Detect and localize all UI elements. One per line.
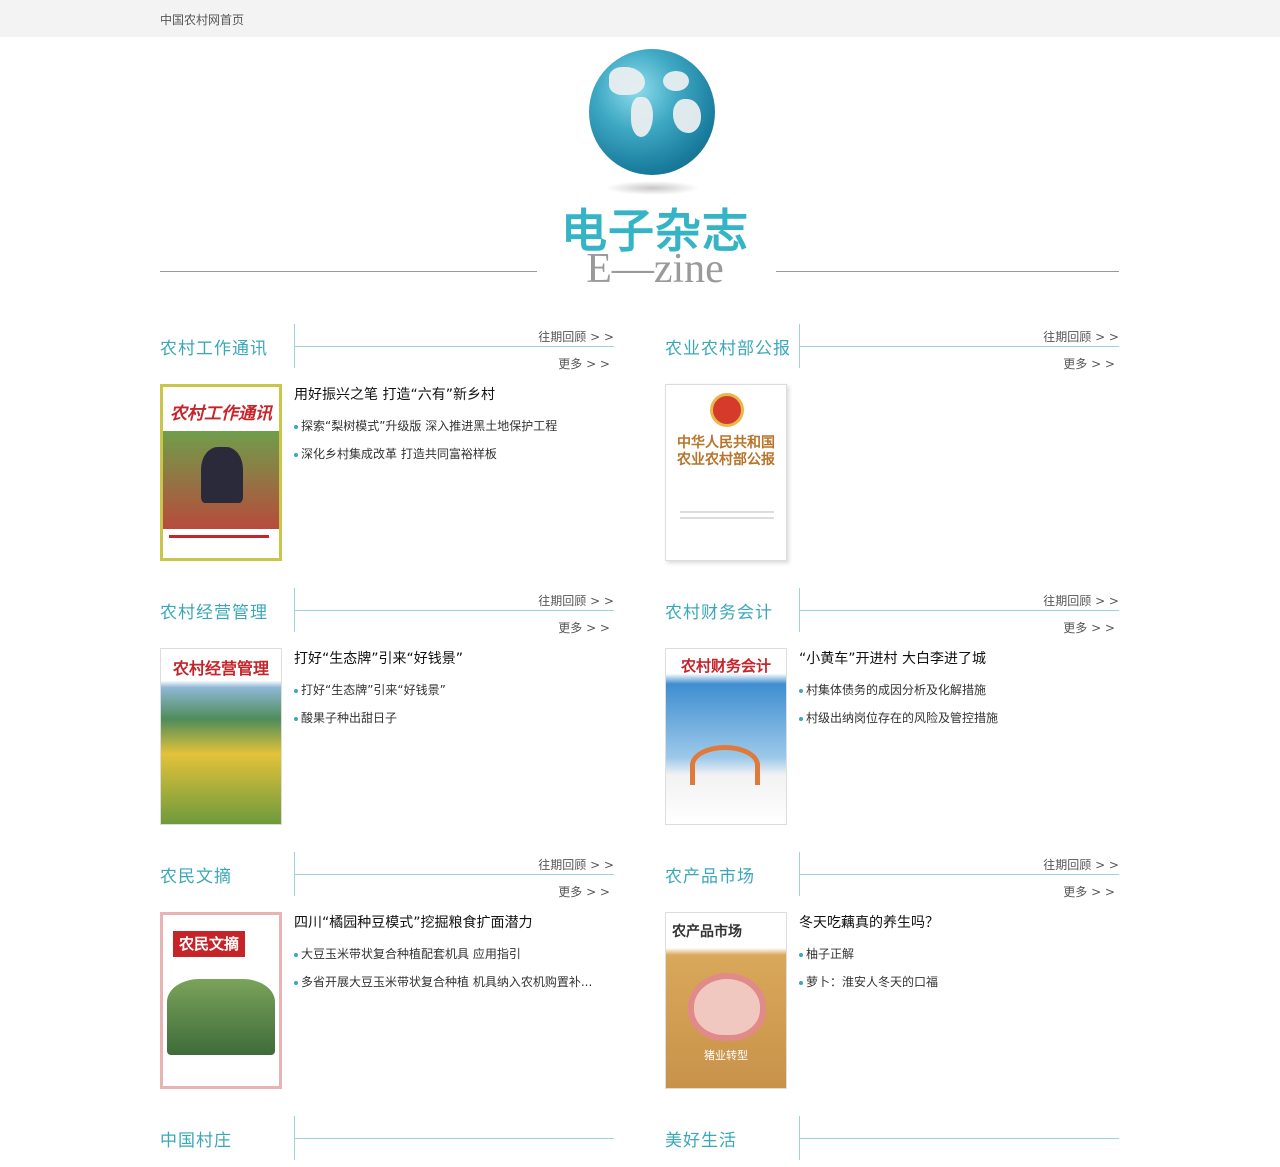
more-link[interactable]: 更多 > > <box>558 619 610 636</box>
article-list: 探索“梨树模式”升级版 深入推进黑土地保护工程 深化乡村集成改革 打造共同富裕样… <box>294 418 557 474</box>
section-meihao-shenghuo: 美好生活 <box>665 1116 1119 1167</box>
more-link[interactable]: 更多 > > <box>1063 619 1115 636</box>
list-item[interactable]: 村集体债务的成因分析及化解措施 <box>799 682 998 710</box>
section-nongchanpin-shichang: 农产品市场 往期回顾 > > 更多 > > 农产品市场 猪业转型 冬天吃藕真的养… <box>665 852 1119 1116</box>
hero-banner: 电子杂志 E—zine <box>0 37 1280 297</box>
section-title[interactable]: 农业农村部公报 <box>665 334 791 359</box>
section-nongye-nongcunbu-gongbao: 农业农村部公报 往期回顾 > > 更多 > > 中华人民共和国农业农村部公报 <box>665 324 1119 588</box>
magazine-cover[interactable]: 中华人民共和国农业农村部公报 <box>665 384 787 561</box>
section-zhongguo-cunzhuang: 中国村庄 <box>160 1116 614 1167</box>
magazine-cover[interactable]: 农民文摘 <box>160 912 282 1089</box>
past-issues-link[interactable]: 往期回顾 > > <box>538 328 614 345</box>
section-nongcun-gongzuo-tongxun: 农村工作通讯 往期回顾 > > 更多 > > 农村工作通讯 用好振兴之笔 打造“… <box>160 324 614 588</box>
headline-link[interactable]: 冬天吃藕真的养生吗？ <box>799 912 939 932</box>
article-list: 大豆玉米带状复合种植配套机具 应用指引 多省开展大豆玉米带状复合种植 机具纳入农… <box>294 946 592 1002</box>
section-title[interactable]: 农村工作通讯 <box>160 334 268 359</box>
list-item[interactable]: 酸果子种出甜日子 <box>294 710 446 738</box>
headline-link[interactable]: 用好振兴之笔 打造“六有”新乡村 <box>294 384 495 404</box>
past-issues-link[interactable]: 往期回顾 > > <box>1043 856 1119 873</box>
list-item[interactable]: 萝卜：淮安人冬天的口福 <box>799 974 938 1002</box>
more-link[interactable]: 更多 > > <box>558 355 610 372</box>
past-issues-link[interactable]: 往期回顾 > > <box>538 856 614 873</box>
hero-divider-right <box>776 271 1119 272</box>
list-item[interactable]: 多省开展大豆玉米带状复合种植 机具纳入农机购置补... <box>294 974 592 1002</box>
emblem-icon <box>710 393 744 427</box>
magazine-cover[interactable]: 农产品市场 猪业转型 <box>665 912 787 1089</box>
top-bar: 中国农村网首页 <box>0 0 1280 37</box>
section-title[interactable]: 中国村庄 <box>160 1126 232 1151</box>
hero-title-en: E—zine <box>586 246 724 292</box>
magazine-cover[interactable]: 农村经营管理 <box>160 648 282 825</box>
past-issues-link[interactable]: 往期回顾 > > <box>1043 592 1119 609</box>
list-item[interactable]: 村级出纳岗位存在的风险及管控措施 <box>799 710 998 738</box>
magazine-cover[interactable]: 农村财务会计 <box>665 648 787 825</box>
list-item[interactable]: 大豆玉米带状复合种植配套机具 应用指引 <box>294 946 592 974</box>
list-item[interactable]: 打好“生态牌”引来“好钱景” <box>294 682 446 710</box>
headline-link[interactable]: “小黄车”开进村 大白李进了城 <box>799 648 986 668</box>
section-nongmin-wenzhai: 农民文摘 往期回顾 > > 更多 > > 农民文摘 四川“橘园种豆模式”挖掘粮食… <box>160 852 614 1116</box>
past-issues-link[interactable]: 往期回顾 > > <box>538 592 614 609</box>
article-list: 打好“生态牌”引来“好钱景” 酸果子种出甜日子 <box>294 682 446 738</box>
section-title[interactable]: 美好生活 <box>665 1126 737 1151</box>
article-list: 柚子正解 萝卜：淮安人冬天的口福 <box>799 946 938 1002</box>
article-list: 村集体债务的成因分析及化解措施 村级出纳岗位存在的风险及管控措施 <box>799 682 998 738</box>
globe-shadow <box>605 181 700 195</box>
headline-link[interactable]: 四川“橘园种豆模式”挖掘粮食扩面潜力 <box>294 912 533 932</box>
section-title[interactable]: 农村财务会计 <box>665 598 773 623</box>
past-issues-link[interactable]: 往期回顾 > > <box>1043 328 1119 345</box>
section-title[interactable]: 农产品市场 <box>665 862 755 887</box>
globe-icon <box>589 49 715 175</box>
more-link[interactable]: 更多 > > <box>1063 355 1115 372</box>
more-link[interactable]: 更多 > > <box>558 883 610 900</box>
section-nongcun-jingying-guanli: 农村经营管理 往期回顾 > > 更多 > > 农村经营管理 打好“生态牌”引来“… <box>160 588 614 852</box>
section-title[interactable]: 农民文摘 <box>160 862 232 887</box>
list-item[interactable]: 探索“梨树模式”升级版 深入推进黑土地保护工程 <box>294 418 557 446</box>
hero-divider-left <box>160 271 537 272</box>
headline-link[interactable]: 打好“生态牌”引来“好钱景” <box>294 648 463 668</box>
section-nongcun-caiwu-kuaiji: 农村财务会计 往期回顾 > > 更多 > > 农村财务会计 “小黄车”开进村 大… <box>665 588 1119 852</box>
magazine-cover[interactable]: 农村工作通讯 <box>160 384 282 561</box>
section-title[interactable]: 农村经营管理 <box>160 598 268 623</box>
list-item[interactable]: 深化乡村集成改革 打造共同富裕样板 <box>294 446 557 474</box>
list-item[interactable]: 柚子正解 <box>799 946 938 974</box>
more-link[interactable]: 更多 > > <box>1063 883 1115 900</box>
home-link[interactable]: 中国农村网首页 <box>160 11 244 28</box>
